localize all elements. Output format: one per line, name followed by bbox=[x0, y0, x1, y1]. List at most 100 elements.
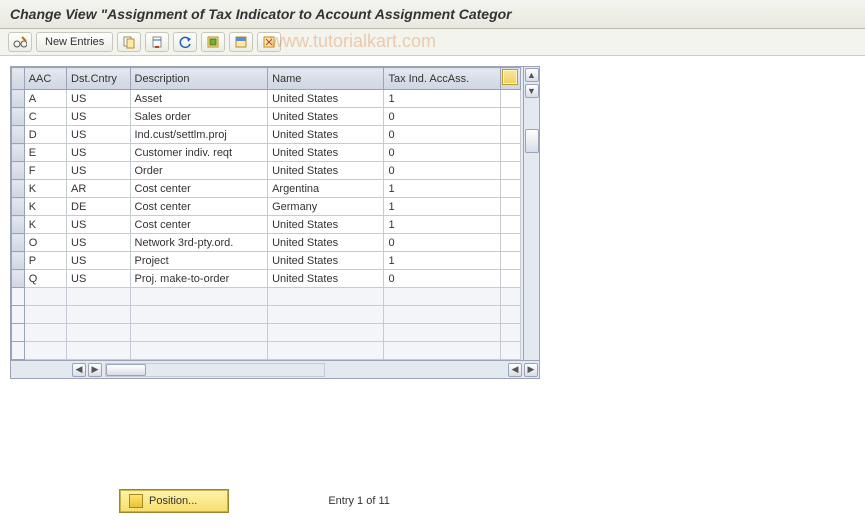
row-selector[interactable] bbox=[12, 126, 25, 144]
cell-name[interactable]: United States bbox=[268, 90, 384, 108]
row-selector[interactable] bbox=[12, 288, 25, 306]
cell-dst-cntry[interactable]: US bbox=[67, 270, 130, 288]
cell-dst-cntry[interactable]: US bbox=[67, 90, 130, 108]
cell-aac[interactable]: F bbox=[24, 162, 66, 180]
cell-aac[interactable]: K bbox=[24, 216, 66, 234]
cell-name[interactable]: Argentina bbox=[268, 180, 384, 198]
cell-aac[interactable]: A bbox=[24, 90, 66, 108]
cell-aac[interactable]: K bbox=[24, 198, 66, 216]
row-selector[interactable] bbox=[12, 306, 25, 324]
cell-aac[interactable]: E bbox=[24, 144, 66, 162]
column-header-name[interactable]: Name bbox=[268, 68, 384, 90]
cell-tax-ind[interactable]: 0 bbox=[384, 234, 500, 252]
deselect-all-button[interactable] bbox=[257, 32, 281, 52]
row-selector[interactable] bbox=[12, 216, 25, 234]
select-all-button[interactable] bbox=[201, 32, 225, 52]
row-selector[interactable] bbox=[12, 270, 25, 288]
scroll-left-button[interactable]: ▶ bbox=[88, 363, 102, 377]
cell-aac[interactable]: P bbox=[24, 252, 66, 270]
row-selector[interactable] bbox=[12, 198, 25, 216]
cell-dst-cntry[interactable]: DE bbox=[67, 198, 130, 216]
scroll-right-button[interactable]: ◀ bbox=[508, 363, 522, 377]
cell-dst-cntry[interactable]: US bbox=[67, 234, 130, 252]
toggle-display-change-button[interactable] bbox=[8, 32, 32, 52]
scroll-last-button[interactable]: ▶ bbox=[524, 363, 538, 377]
cell-dst-cntry[interactable]: US bbox=[67, 216, 130, 234]
cell-dst-cntry[interactable]: US bbox=[67, 108, 130, 126]
cell-description[interactable]: Cost center bbox=[130, 180, 268, 198]
vscroll-thumb[interactable] bbox=[525, 129, 539, 153]
cell-aac[interactable]: D bbox=[24, 126, 66, 144]
cell-name[interactable]: United States bbox=[268, 144, 384, 162]
cell-name[interactable]: Germany bbox=[268, 198, 384, 216]
column-header-aac[interactable]: AAC bbox=[24, 68, 66, 90]
cell-tax-ind[interactable]: 1 bbox=[384, 252, 500, 270]
cell-dst-cntry[interactable]: US bbox=[67, 144, 130, 162]
cell-description[interactable]: Project bbox=[130, 252, 268, 270]
cell-dst-cntry[interactable]: US bbox=[67, 252, 130, 270]
cell-tax-ind[interactable]: 0 bbox=[384, 108, 500, 126]
column-header-description[interactable]: Description bbox=[130, 68, 268, 90]
cell-tax-ind[interactable]: 0 bbox=[384, 144, 500, 162]
cell-description[interactable]: Network 3rd-pty.ord. bbox=[130, 234, 268, 252]
hscroll-thumb[interactable] bbox=[106, 364, 146, 376]
content-area: AAC Dst.Cntry Description Name Tax Ind. … bbox=[0, 56, 865, 389]
cell-description[interactable]: Cost center bbox=[130, 198, 268, 216]
row-selector[interactable] bbox=[12, 234, 25, 252]
select-all-header[interactable] bbox=[12, 68, 25, 90]
cell-dst-cntry[interactable]: AR bbox=[67, 180, 130, 198]
copy-as-button[interactable] bbox=[117, 32, 141, 52]
cell-tax-ind[interactable]: 0 bbox=[384, 270, 500, 288]
cell-name[interactable]: United States bbox=[268, 162, 384, 180]
cell-dst-cntry[interactable]: US bbox=[67, 162, 130, 180]
row-selector[interactable] bbox=[12, 90, 25, 108]
cell-description[interactable]: Order bbox=[130, 162, 268, 180]
vertical-scrollbar[interactable]: ▲ ▼ bbox=[523, 67, 539, 360]
scroll-first-button[interactable]: ◀ bbox=[72, 363, 86, 377]
row-selector[interactable] bbox=[12, 108, 25, 126]
cell-tax-ind[interactable]: 0 bbox=[384, 162, 500, 180]
cell-blank bbox=[500, 126, 520, 144]
cell-tax-ind[interactable]: 1 bbox=[384, 90, 500, 108]
row-selector[interactable] bbox=[12, 324, 25, 342]
hscroll-track[interactable] bbox=[105, 363, 325, 377]
scroll-down-button[interactable]: ▼ bbox=[525, 84, 539, 98]
cell-name[interactable]: United States bbox=[268, 126, 384, 144]
cell-name[interactable]: United States bbox=[268, 234, 384, 252]
column-header-dst-cntry[interactable]: Dst.Cntry bbox=[67, 68, 130, 90]
cell-name[interactable]: United States bbox=[268, 252, 384, 270]
cell-aac[interactable]: Q bbox=[24, 270, 66, 288]
cell-aac[interactable]: O bbox=[24, 234, 66, 252]
cell-description[interactable]: Customer indiv. reqt bbox=[130, 144, 268, 162]
cell-aac[interactable]: C bbox=[24, 108, 66, 126]
undo-change-button[interactable] bbox=[173, 32, 197, 52]
position-button[interactable]: Position... bbox=[120, 490, 228, 512]
row-selector[interactable] bbox=[12, 342, 25, 360]
cell-tax-ind[interactable]: 1 bbox=[384, 216, 500, 234]
configure-columns-button[interactable] bbox=[500, 68, 520, 90]
column-header-tax-ind[interactable]: Tax Ind. AccAss. bbox=[384, 68, 500, 90]
cell-aac[interactable]: K bbox=[24, 180, 66, 198]
horizontal-scrollbar[interactable]: ◀ ▶ ◀ ▶ bbox=[11, 360, 539, 378]
cell-tax-ind[interactable]: 1 bbox=[384, 180, 500, 198]
new-entries-button[interactable]: New Entries bbox=[36, 32, 113, 52]
cell-description[interactable]: Ind.cust/settlm.proj bbox=[130, 126, 268, 144]
scroll-up-button[interactable]: ▲ bbox=[525, 68, 539, 82]
cell-dst-cntry[interactable]: US bbox=[67, 126, 130, 144]
row-selector[interactable] bbox=[12, 144, 25, 162]
cell-description[interactable]: Asset bbox=[130, 90, 268, 108]
vscroll-track[interactable] bbox=[525, 99, 539, 360]
row-selector[interactable] bbox=[12, 180, 25, 198]
cell-name[interactable]: United States bbox=[268, 270, 384, 288]
cell-description[interactable]: Cost center bbox=[130, 216, 268, 234]
cell-name[interactable]: United States bbox=[268, 108, 384, 126]
delete-button[interactable] bbox=[145, 32, 169, 52]
cell-name[interactable]: United States bbox=[268, 216, 384, 234]
cell-tax-ind[interactable]: 0 bbox=[384, 126, 500, 144]
cell-tax-ind[interactable]: 1 bbox=[384, 198, 500, 216]
row-selector[interactable] bbox=[12, 162, 25, 180]
row-selector[interactable] bbox=[12, 252, 25, 270]
cell-description[interactable]: Sales order bbox=[130, 108, 268, 126]
cell-description[interactable]: Proj. make-to-order bbox=[130, 270, 268, 288]
select-block-button[interactable] bbox=[229, 32, 253, 52]
